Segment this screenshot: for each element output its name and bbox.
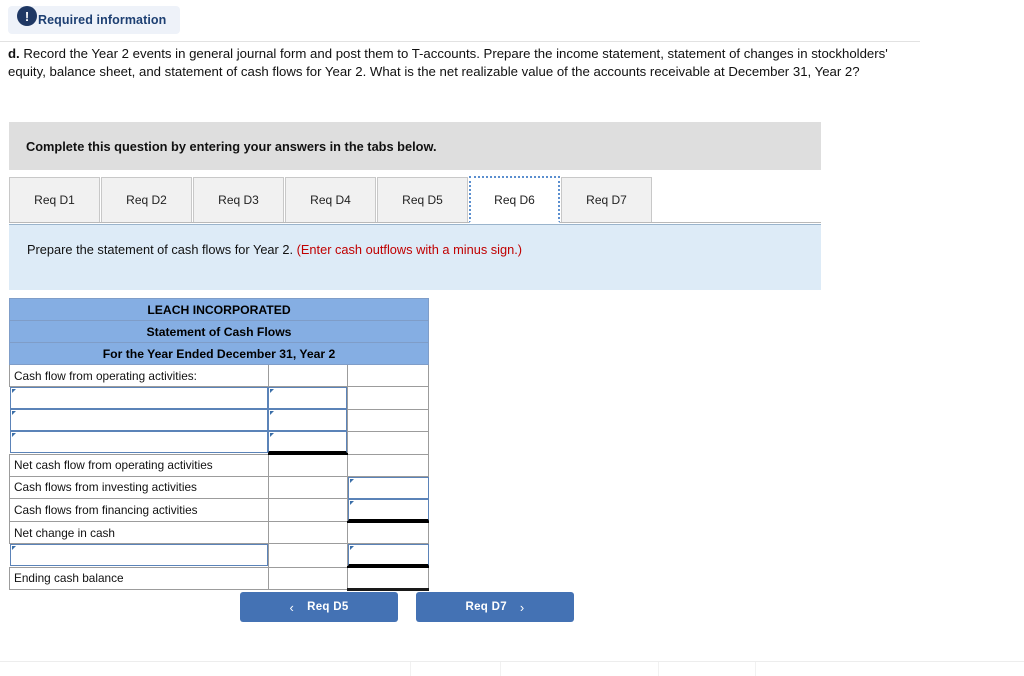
prev-requirement-label: Req D5 (307, 601, 349, 613)
amount-total-input[interactable] (348, 498, 429, 521)
exclamation-icon: ! (17, 6, 37, 26)
line-item-cell (9, 386, 269, 409)
instruction-text: Complete this question by entering your … (26, 138, 437, 154)
amount-total-cell (347, 476, 429, 499)
tab-label: Req D1 (34, 193, 75, 207)
tab-req-d5[interactable]: Req D5 (377, 177, 468, 222)
statement-title-line: Statement of Cash Flows (9, 320, 429, 343)
question-letter: d. (8, 46, 20, 61)
amount-subtotal-label (267, 521, 349, 544)
statement-of-cash-flows-table: LEACH INCORPORATED Statement of Cash Flow… (9, 298, 429, 591)
tab-label: Req D2 (126, 193, 167, 207)
bottom-toolbar-divider (0, 661, 1024, 662)
next-requirement-button[interactable]: Req D7 › (416, 592, 574, 622)
table-row (9, 386, 429, 410)
tab-label: Req D6 (494, 192, 535, 207)
amount-subtotal-cell (268, 409, 348, 431)
line-item-label: Net change in cash (9, 521, 269, 544)
line-item-input[interactable] (9, 409, 269, 431)
table-row: Cash flows from investing activities (9, 475, 429, 499)
bottom-toolbar-separator (755, 662, 756, 676)
line-item-label: Cash flows from financing activities (9, 498, 269, 522)
amount-total-label (347, 408, 429, 432)
tab-req-d3[interactable]: Req D3 (193, 177, 284, 222)
tab-label: Req D5 (402, 193, 443, 207)
amount-subtotal-label (267, 364, 349, 387)
page-root: ! Required information d. Record the Yea… (0, 0, 1024, 676)
table-row: Cash flow from operating activities: (9, 364, 429, 387)
amount-total-label (347, 364, 429, 387)
tab-label: Req D3 (218, 193, 259, 207)
bottom-toolbar-separator (410, 662, 411, 676)
instruction-band: Complete this question by entering your … (9, 122, 821, 170)
requirement-hint: (Enter cash outflows with a minus sign.) (296, 242, 523, 257)
amount-subtotal-cell (268, 431, 348, 455)
table-row (9, 430, 429, 455)
table-row: Net change in cash (9, 521, 429, 544)
requirement-band: Prepare the statement of cash flows for … (9, 224, 821, 290)
amount-subtotal-cell (268, 386, 348, 409)
line-item-input[interactable] (9, 544, 268, 567)
bottom-toolbar-separator (500, 662, 501, 676)
table-row: Net cash flow from operating activities (9, 453, 429, 477)
tab-req-d2[interactable]: Req D2 (101, 177, 192, 222)
statement-title-line: For the Year Ended December 31, Year 2 (9, 342, 429, 365)
line-item-cell (9, 431, 269, 454)
amount-total-cell (347, 543, 429, 568)
line-item-label: Net cash flow from operating activities (9, 453, 269, 477)
statement-title-row: LEACH INCORPORATED (9, 298, 429, 321)
amount-subtotal-label (267, 453, 349, 477)
amount-subtotal-input[interactable] (268, 431, 348, 453)
amount-total-cell (347, 498, 429, 523)
table-row: Cash flows from financing activities (9, 498, 429, 523)
line-item-label: Cash flows from investing activities (9, 475, 269, 499)
amount-subtotal-input[interactable] (268, 387, 348, 409)
requirement-tabs: Req D1 Req D2 Req D3 Req D4 Req D5 Req D6 Req … (9, 176, 821, 223)
amount-total-label (347, 453, 429, 477)
tab-req-d4[interactable]: Req D4 (285, 177, 376, 222)
line-item-label: Cash flow from operating activities: (9, 364, 269, 387)
requirement-navigation: ‹ Req D5 Req D7 › (240, 592, 574, 622)
statement-title-row: For the Year Ended December 31, Year 2 (9, 342, 429, 365)
tab-req-d1[interactable]: Req D1 (9, 177, 100, 222)
tab-label: Req D4 (310, 193, 351, 207)
question-prompt: d. Record the Year 2 events in general j… (8, 45, 888, 82)
amount-subtotal-label (267, 475, 349, 499)
next-requirement-label: Req D7 (465, 601, 507, 613)
line-item-label: Ending cash balance (9, 566, 269, 590)
prev-requirement-button[interactable]: ‹ Req D5 (240, 592, 398, 622)
amount-subtotal-input[interactable] (268, 409, 348, 431)
table-row (9, 408, 429, 432)
table-row: Ending cash balance (9, 566, 429, 591)
statement-title-line: LEACH INCORPORATED (9, 298, 429, 321)
tab-req-d6[interactable]: Req D6 (469, 176, 560, 223)
amount-total-label (347, 386, 429, 410)
amount-total-label (347, 566, 429, 591)
question-text: Record the Year 2 events in general jour… (8, 46, 888, 80)
line-item-cell (9, 409, 269, 431)
line-item-input[interactable] (9, 387, 269, 409)
requirement-text: Prepare the statement of cash flows for … (27, 242, 294, 257)
amount-subtotal-label (267, 543, 349, 568)
line-item-cell (9, 543, 269, 567)
bottom-toolbar-separator (658, 662, 659, 676)
required-information-banner: ! Required information (8, 6, 181, 34)
line-item-input[interactable] (9, 431, 269, 454)
tab-req-d7[interactable]: Req D7 (561, 177, 652, 222)
chevron-left-icon: ‹ (289, 599, 295, 615)
tab-label: Req D7 (586, 193, 627, 207)
amount-total-input[interactable] (348, 476, 429, 499)
chevron-right-icon: › (519, 599, 525, 615)
amount-total-label (347, 430, 429, 455)
amount-subtotal-label (267, 566, 349, 590)
table-row (9, 543, 429, 568)
amount-subtotal-label (267, 498, 349, 522)
header-divider (0, 41, 920, 42)
amount-total-label (347, 521, 429, 544)
amount-total-input[interactable] (348, 544, 429, 566)
statement-title-row: Statement of Cash Flows (9, 320, 429, 343)
